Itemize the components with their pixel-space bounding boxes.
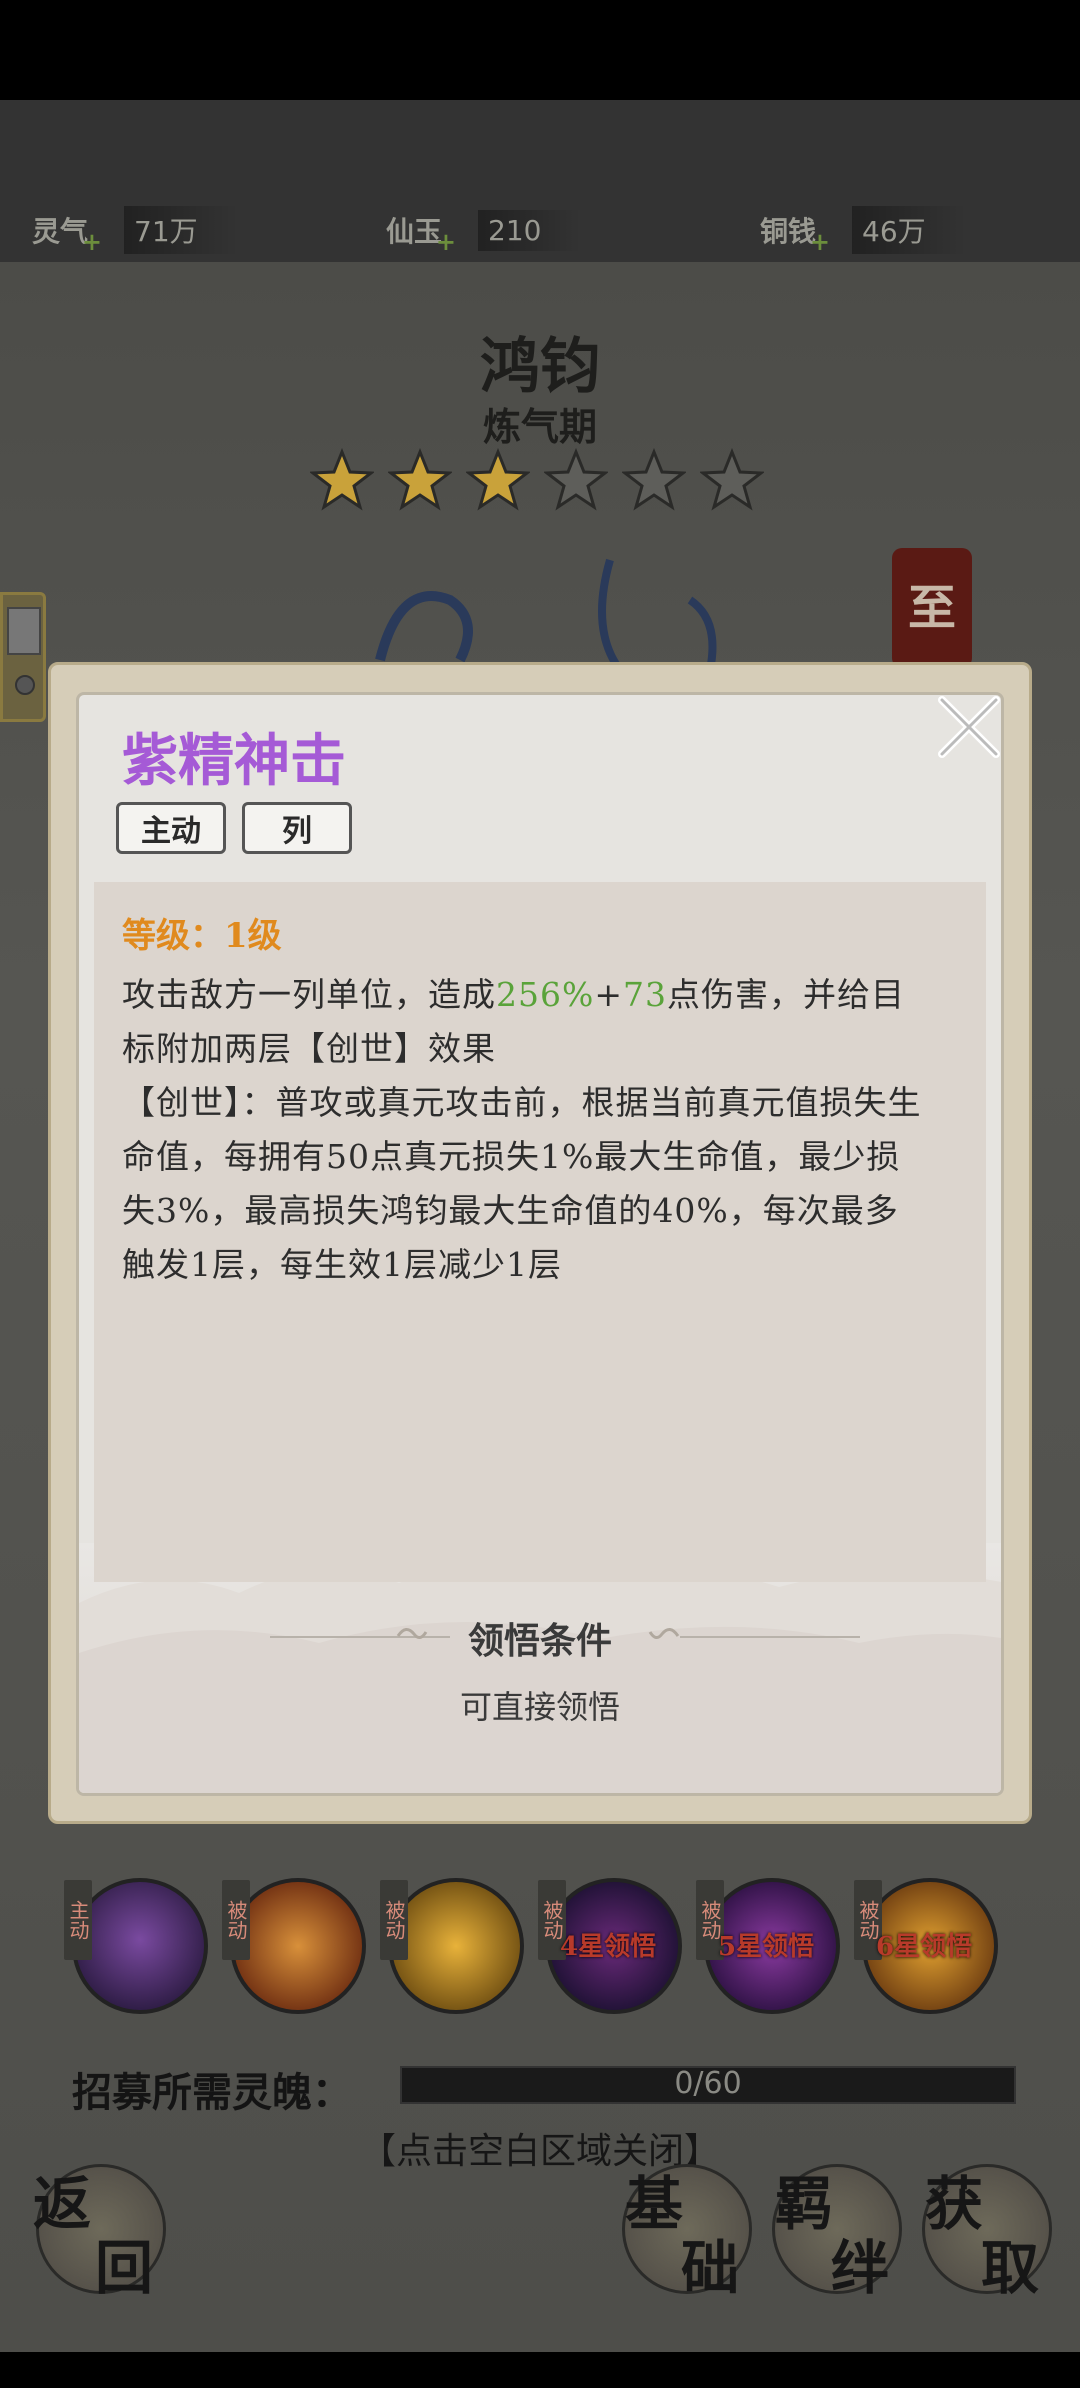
side-seal[interactable]: 至 <box>892 548 972 668</box>
star-empty-icon <box>544 448 608 511</box>
currency-xianyu: 仙玉 + 210 <box>386 205 582 256</box>
star-filled-icon <box>388 448 452 511</box>
scroll-ornament-icon <box>648 1628 680 1639</box>
close-hint[interactable]: 【点击空白区域关闭】 <box>0 2122 1080 2174</box>
tag-active: 主动 <box>116 802 226 854</box>
screen-icon <box>7 607 41 655</box>
navigation-bar <box>0 2352 1080 2388</box>
hero-realm: 炼气期 <box>482 404 597 449</box>
tag-column: 列 <box>242 802 352 854</box>
button-icon <box>15 675 35 695</box>
close-icon[interactable] <box>930 688 1008 766</box>
add-icon[interactable]: + <box>436 227 456 256</box>
skill-unlock-label: 4星领悟 <box>560 1932 657 1962</box>
skill-icon-2[interactable] <box>230 1878 366 2014</box>
currency-value: 46万 <box>852 206 966 254</box>
character-art <box>375 558 717 673</box>
skill-type-badge: 主动 <box>64 1880 92 1960</box>
skill-unlock-label: 6星领悟 <box>876 1932 973 1962</box>
basic-tab-button[interactable]: 基 础 <box>622 2164 752 2302</box>
obtain-tab-button[interactable]: 获 取 <box>922 2164 1052 2302</box>
skill-level: 等级：1级 <box>122 916 282 956</box>
star-filled-icon <box>310 448 374 511</box>
add-icon[interactable]: + <box>810 227 830 256</box>
skill-unlock-label: 5星领悟 <box>718 1932 815 1962</box>
recruit-progress-text: 0/60 <box>674 2066 742 2101</box>
bond-tab-button[interactable]: 羁 绊 <box>772 2164 902 2302</box>
star-empty-icon <box>700 448 764 511</box>
star-filled-icon <box>466 448 530 511</box>
side-tab-device[interactable] <box>0 592 46 722</box>
hero-name: 鸿钧 <box>480 332 600 402</box>
skill-type-badge: 被动 <box>380 1880 408 1960</box>
add-icon[interactable]: + <box>82 227 102 256</box>
currency-tongqian: 铜钱 + 46万 <box>760 205 966 256</box>
skill-description: 攻击敌方一列单位，造成256%+73点伤害，并给目标附加两层【创世】效果 【创世… <box>122 975 922 1284</box>
currency-label: 仙玉 + <box>386 215 457 256</box>
back-button[interactable]: 返 回 <box>33 2164 166 2302</box>
star-rating <box>310 448 764 512</box>
divider-right <box>680 1636 860 1638</box>
currency-value: 71万 <box>124 206 238 254</box>
skills-row: 主动 被动 被动 被动 4星领悟 被动 5星领悟 被动 6星领悟 <box>64 1878 1016 2018</box>
condition-text: 可直接领悟 <box>459 1688 620 1726</box>
currency-lingqi: 灵气 + 71万 <box>32 205 238 256</box>
skill-icon-1[interactable] <box>72 1878 208 2014</box>
currency-label: 铜钱 + <box>760 215 831 256</box>
condition-title: 领悟条件 <box>467 1620 612 1662</box>
currency-label: 灵气 + <box>32 215 103 256</box>
skill-icon-3[interactable] <box>388 1878 524 2014</box>
status-bar <box>0 0 1080 100</box>
skill-title: 紫精神击 <box>122 728 346 794</box>
currency-value: 210 <box>478 209 582 251</box>
star-empty-icon <box>622 448 686 511</box>
recruit-label: 招募所需灵魄： <box>72 2069 352 2116</box>
skill-type-badge: 被动 <box>222 1880 250 1960</box>
